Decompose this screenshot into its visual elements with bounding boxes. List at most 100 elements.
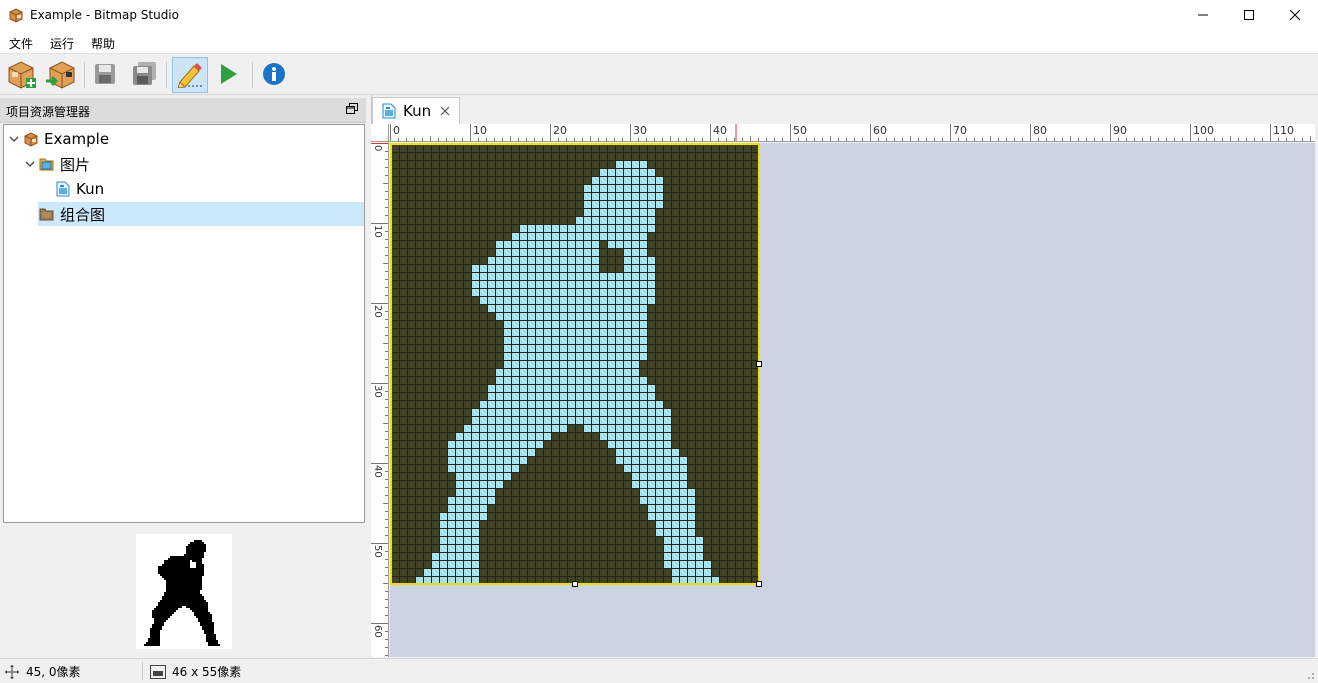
bitmap-pixel xyxy=(471,432,479,440)
preview-pixel xyxy=(200,544,202,546)
about-button[interactable] xyxy=(256,57,292,93)
menu-file[interactable]: 文件 xyxy=(0,31,41,53)
preview-pixel xyxy=(198,564,200,566)
resize-handle-right[interactable] xyxy=(756,361,762,367)
preview-pixel xyxy=(168,590,170,592)
bitmap-pixel xyxy=(551,328,559,336)
preview-pixel xyxy=(178,600,180,602)
minimize-button[interactable] xyxy=(1180,0,1226,31)
preview-pixel xyxy=(204,630,206,632)
preview-panel xyxy=(0,523,366,658)
tree-item-kun[interactable]: Kun xyxy=(54,177,362,201)
bitmap-pixel xyxy=(479,480,487,488)
bitmap-pixel xyxy=(671,536,679,544)
bitmap-pixel xyxy=(583,304,591,312)
bitmap-pixel xyxy=(535,336,543,344)
bitmap-pixel xyxy=(599,376,607,384)
chevron-down-icon[interactable] xyxy=(22,159,38,169)
bitmap-pixel xyxy=(647,496,655,504)
bitmap-pixel xyxy=(671,496,679,504)
save-all-button[interactable] xyxy=(127,57,163,93)
bitmap-pixel xyxy=(639,168,647,176)
bitmap-pixel xyxy=(631,272,639,280)
tree-item-combined[interactable]: 组合图 xyxy=(38,202,364,226)
close-window-button[interactable] xyxy=(1272,0,1318,31)
preview-pixel xyxy=(194,612,196,614)
bitmap-pixel xyxy=(511,240,519,248)
chevron-down-icon[interactable] xyxy=(6,134,22,144)
preview-pixel xyxy=(176,568,178,570)
preview-pixel xyxy=(202,616,204,618)
bitmap-pixel xyxy=(543,408,551,416)
bitmap-pixel xyxy=(647,488,655,496)
bitmap-pixel xyxy=(583,192,591,200)
preview-pixel xyxy=(166,566,168,568)
bitmap-pixel xyxy=(599,392,607,400)
preview-pixel xyxy=(164,600,166,602)
bitmap-pixel xyxy=(503,392,511,400)
preview-pixel xyxy=(210,640,212,642)
preview-pixel xyxy=(200,588,202,590)
bitmap-pixel xyxy=(591,392,599,400)
bitmap-pixel xyxy=(455,464,463,472)
bitmap-pixel xyxy=(591,240,599,248)
bitmap-pixel xyxy=(455,512,463,520)
bitmap-pixel xyxy=(551,368,559,376)
edit-mode-button[interactable] xyxy=(172,57,208,93)
bitmap-pixel xyxy=(567,240,575,248)
preview-pixel xyxy=(180,566,182,568)
preview-pixel xyxy=(194,598,196,600)
resize-grip-icon[interactable] xyxy=(1305,669,1315,683)
preview-pixel xyxy=(200,598,202,600)
open-project-button[interactable] xyxy=(43,57,79,93)
preview-pixel xyxy=(198,544,200,546)
bitmap-pixel xyxy=(695,568,703,576)
preview-pixel xyxy=(200,584,202,586)
preview-pixel xyxy=(198,550,200,552)
bitmap-pixel xyxy=(455,496,463,504)
preview-pixel xyxy=(156,634,158,636)
menu-run[interactable]: 运行 xyxy=(41,31,82,53)
save-button[interactable] xyxy=(87,57,123,93)
bitmap-pixel xyxy=(655,184,663,192)
bitmap-pixel xyxy=(623,208,631,216)
preview-pixel xyxy=(196,546,198,548)
bitmap-pixel xyxy=(663,480,671,488)
menu-help[interactable]: 帮助 xyxy=(82,31,123,53)
bitmap-pixel xyxy=(631,464,639,472)
bitmap-pixel xyxy=(703,568,711,576)
preview-pixel xyxy=(174,602,176,604)
preview-pixel xyxy=(196,568,198,570)
bitmap-pixel xyxy=(583,208,591,216)
maximize-button[interactable] xyxy=(1226,0,1272,31)
bitmap-pixel xyxy=(527,328,535,336)
bitmap-pixel xyxy=(671,528,679,536)
bitmap-pixel xyxy=(671,448,679,456)
tree-item-example[interactable]: Example xyxy=(6,127,362,151)
bitmap-pixel xyxy=(519,384,527,392)
preview-pixel xyxy=(170,570,172,572)
preview-pixel xyxy=(156,622,158,624)
ruler-label: 90 xyxy=(1113,124,1127,137)
tab-kun[interactable]: Kun xyxy=(372,97,460,124)
new-project-button[interactable] xyxy=(4,57,40,93)
preview-pixel xyxy=(170,598,172,600)
bitmap-pixel xyxy=(631,344,639,352)
bitmap-editor-grid[interactable] xyxy=(390,143,1315,657)
close-tab-icon[interactable] xyxy=(440,105,452,117)
bitmap-canvas[interactable] xyxy=(390,143,1315,657)
tree-item-images[interactable]: 图片 xyxy=(22,152,362,176)
preview-pixel xyxy=(194,548,196,550)
preview-pixel xyxy=(204,610,206,612)
bitmap-pixel xyxy=(463,536,471,544)
float-panel-icon[interactable] xyxy=(346,103,360,117)
preview-pixel xyxy=(180,564,182,566)
bitmap-pixel xyxy=(583,424,591,432)
bitmap-pixel xyxy=(615,352,623,360)
resize-handle-bottom[interactable] xyxy=(572,581,578,587)
preview-pixel xyxy=(200,540,202,542)
preview-pixel xyxy=(210,644,212,646)
run-button[interactable] xyxy=(211,57,247,93)
bitmap-pixel xyxy=(511,304,519,312)
resize-handle-corner[interactable] xyxy=(756,581,762,587)
